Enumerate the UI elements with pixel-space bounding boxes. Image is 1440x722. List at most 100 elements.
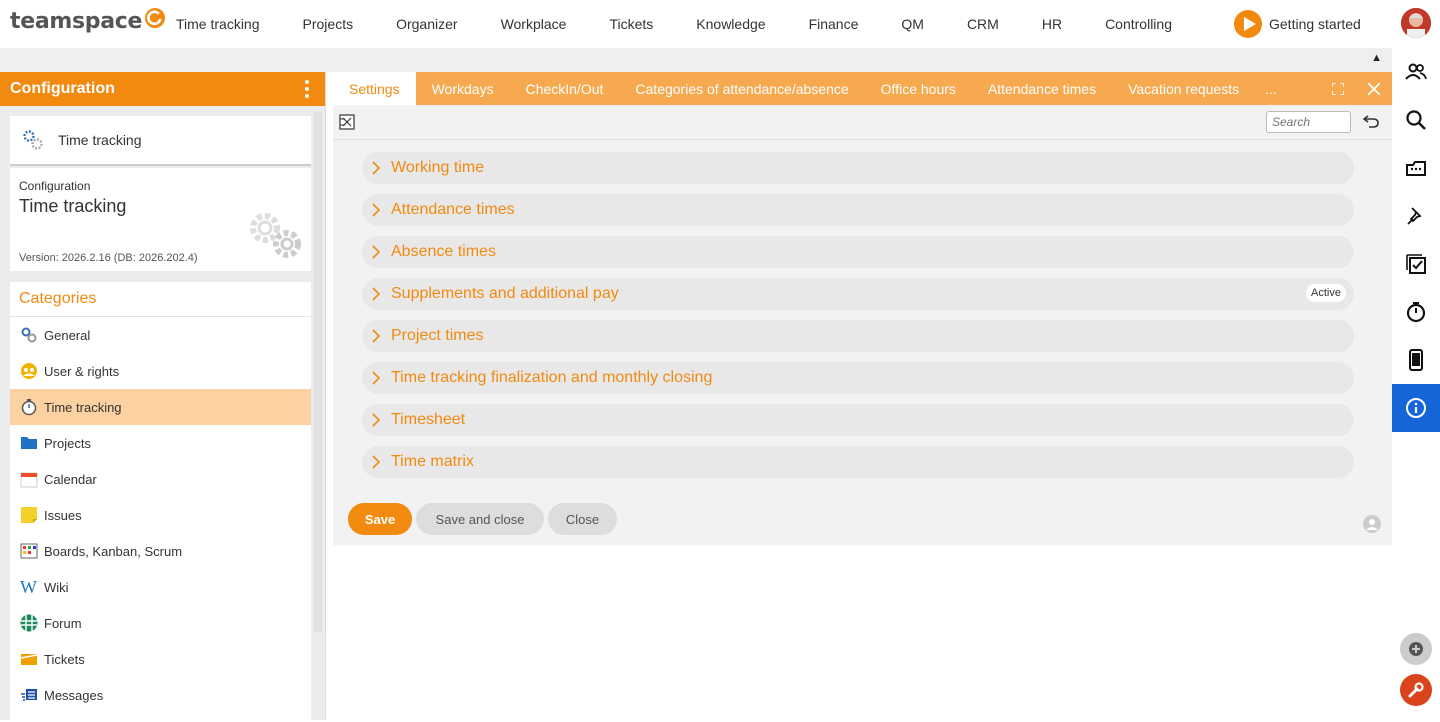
search-button[interactable] bbox=[1392, 96, 1440, 144]
forum-icon bbox=[20, 614, 38, 632]
chevron-right-icon bbox=[372, 371, 381, 385]
category-general[interactable]: General bbox=[10, 317, 311, 353]
info-button[interactable] bbox=[1392, 384, 1440, 432]
nav-projects[interactable]: Projects bbox=[303, 16, 354, 32]
tab-tools bbox=[1320, 72, 1392, 105]
section-label: Absence times bbox=[391, 243, 496, 260]
user-info-icon[interactable] bbox=[1363, 515, 1381, 533]
excel-export-icon[interactable] bbox=[339, 114, 355, 130]
category-label: Boards, Kanban, Scrum bbox=[44, 543, 183, 559]
chevron-right-icon bbox=[372, 329, 381, 343]
svg-text:W: W bbox=[20, 578, 37, 596]
category-label: Projects bbox=[44, 435, 91, 451]
nav-workplace[interactable]: Workplace bbox=[501, 16, 567, 32]
panel-scrollbar[interactable] bbox=[314, 112, 322, 632]
nav-knowledge[interactable]: Knowledge bbox=[696, 16, 765, 32]
main-content: Settings Workdays CheckIn/Out Categories… bbox=[333, 72, 1392, 720]
nav-finance[interactable]: Finance bbox=[809, 16, 859, 32]
category-user-rights[interactable]: User & rights bbox=[10, 353, 311, 389]
right-rail bbox=[1392, 48, 1440, 720]
category-label: Issues bbox=[44, 507, 82, 523]
category-forum[interactable]: Forum bbox=[10, 605, 311, 641]
more-options-icon[interactable] bbox=[299, 78, 315, 100]
category-tickets[interactable]: Tickets bbox=[10, 641, 311, 677]
category-time-tracking[interactable]: Time tracking bbox=[10, 389, 311, 425]
save-and-close-button[interactable]: Save and close bbox=[416, 503, 544, 535]
mobile-button[interactable] bbox=[1392, 336, 1440, 384]
nav-time-tracking[interactable]: Time tracking bbox=[176, 16, 260, 32]
category-projects[interactable]: Projects bbox=[10, 425, 311, 461]
user-avatar[interactable] bbox=[1401, 8, 1431, 38]
section-time-matrix[interactable]: Time matrix bbox=[362, 446, 1354, 478]
play-icon bbox=[1234, 10, 1262, 38]
undo-icon[interactable] bbox=[1363, 113, 1379, 129]
tasks-button[interactable] bbox=[1392, 240, 1440, 288]
nav-crm[interactable]: CRM bbox=[967, 16, 999, 32]
category-calendar[interactable]: Calendar bbox=[10, 461, 311, 497]
tab-more[interactable]: ... bbox=[1255, 81, 1287, 97]
nav-qm[interactable]: QM bbox=[901, 16, 924, 32]
category-label: General bbox=[44, 327, 91, 343]
panel-title: Configuration bbox=[10, 80, 115, 97]
section-label: Attendance times bbox=[391, 201, 515, 218]
category-boards[interactable]: Boards, Kanban, Scrum bbox=[10, 533, 311, 569]
tab-attendance-times[interactable]: Attendance times bbox=[972, 72, 1112, 105]
module-info-card: Configuration Time tracking Version: 202… bbox=[10, 168, 311, 271]
chevron-right-icon bbox=[372, 413, 381, 427]
tab-office-hours[interactable]: Office hours bbox=[865, 72, 972, 105]
tab-checkin-out[interactable]: CheckIn/Out bbox=[510, 72, 620, 105]
section-absence-times[interactable]: Absence times bbox=[362, 236, 1354, 268]
category-label: Forum bbox=[44, 615, 82, 631]
wiki-icon: W bbox=[20, 578, 38, 596]
categories-title: Categories bbox=[10, 282, 311, 317]
maximize-icon[interactable] bbox=[1320, 82, 1356, 95]
section-label: Time tracking finalization and monthly c… bbox=[391, 369, 713, 386]
messages-icon bbox=[20, 686, 38, 704]
people-icon bbox=[1405, 63, 1427, 80]
timer-button[interactable] bbox=[1392, 288, 1440, 336]
tab-vacation-requests[interactable]: Vacation requests bbox=[1112, 72, 1255, 105]
kanban-icon bbox=[20, 542, 38, 560]
nav-tickets[interactable]: Tickets bbox=[609, 16, 653, 32]
panel-header: Configuration bbox=[0, 72, 325, 106]
tab-settings[interactable]: Settings bbox=[333, 72, 416, 105]
close-icon[interactable] bbox=[1356, 82, 1392, 95]
section-supplements[interactable]: Supplements and additional pay Active bbox=[362, 278, 1354, 310]
tab-categories-attendance-absence[interactable]: Categories of attendance/absence bbox=[619, 72, 864, 105]
calendar-icon bbox=[20, 470, 38, 488]
nav-controlling[interactable]: Controlling bbox=[1105, 16, 1172, 32]
category-issues[interactable]: Issues bbox=[10, 497, 311, 533]
section-timesheet[interactable]: Timesheet bbox=[362, 404, 1354, 436]
getting-started-button[interactable]: Getting started bbox=[1234, 10, 1361, 38]
search-input[interactable] bbox=[1266, 111, 1351, 133]
info-icon bbox=[1406, 398, 1426, 418]
teamspace-logo[interactable]: teamspace bbox=[10, 7, 166, 34]
pin-button[interactable] bbox=[1392, 192, 1440, 240]
category-label: Time tracking bbox=[44, 399, 122, 415]
main-navigation: Time tracking Projects Organizer Workpla… bbox=[176, 0, 1215, 48]
category-label: Wiki bbox=[44, 579, 69, 595]
section-working-time[interactable]: Working time bbox=[362, 152, 1354, 184]
section-project-times[interactable]: Project times bbox=[362, 320, 1354, 352]
category-messages[interactable]: Messages bbox=[10, 677, 311, 713]
collapse-up-icon[interactable]: ▲ bbox=[1371, 52, 1382, 64]
section-attendance-times[interactable]: Attendance times bbox=[362, 194, 1354, 226]
add-widget-button[interactable] bbox=[1400, 633, 1432, 665]
tab-workdays[interactable]: Workdays bbox=[416, 72, 510, 105]
contacts-button[interactable] bbox=[1392, 48, 1440, 96]
tools-button[interactable] bbox=[1400, 674, 1432, 706]
getting-started-label: Getting started bbox=[1269, 16, 1361, 32]
section-label: Time matrix bbox=[391, 453, 474, 470]
gears-icon bbox=[23, 130, 43, 150]
stopwatch-icon bbox=[20, 398, 38, 416]
save-button[interactable]: Save bbox=[348, 503, 412, 535]
close-button[interactable]: Close bbox=[548, 503, 617, 535]
inbox-button[interactable] bbox=[1392, 144, 1440, 192]
module-selector[interactable]: Time tracking bbox=[10, 116, 311, 166]
chevron-right-icon bbox=[372, 287, 381, 301]
section-finalization[interactable]: Time tracking finalization and monthly c… bbox=[362, 362, 1354, 394]
category-wiki[interactable]: W Wiki bbox=[10, 569, 311, 605]
chevron-right-icon bbox=[372, 203, 381, 217]
nav-hr[interactable]: HR bbox=[1042, 16, 1062, 32]
nav-organizer[interactable]: Organizer bbox=[396, 16, 457, 32]
